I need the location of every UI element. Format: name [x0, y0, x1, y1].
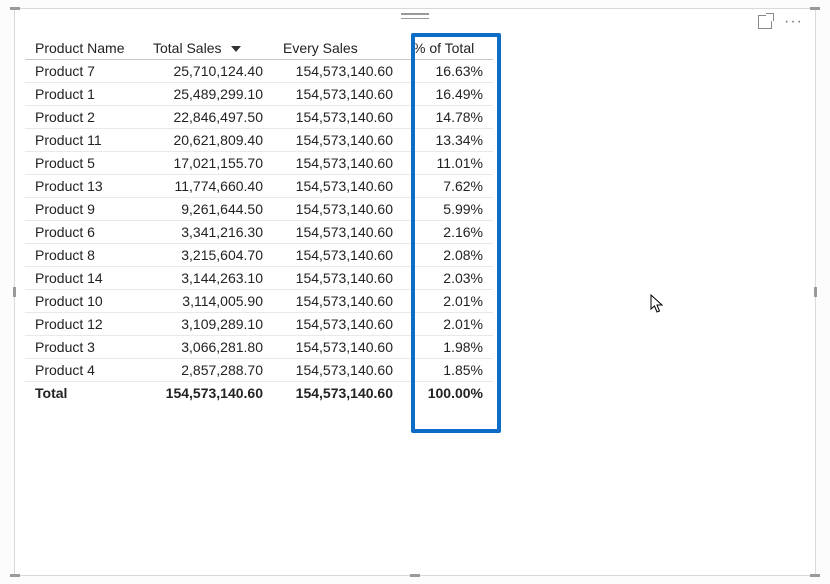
cell-product-name: Product 12 — [25, 313, 143, 336]
resize-handle[interactable] — [810, 7, 820, 10]
sort-descending-icon — [231, 46, 241, 52]
cell-total-sales: 22,846,497.50 — [143, 106, 273, 129]
drag-handle-icon[interactable] — [401, 13, 429, 19]
cell-every-sales: 154,573,140.60 — [273, 336, 403, 359]
resize-handle[interactable] — [810, 574, 820, 577]
column-header-every-sales[interactable]: Every Sales — [273, 37, 403, 60]
resize-handle[interactable] — [10, 7, 20, 10]
cell-pct-of-total: 14.78% — [403, 106, 493, 129]
cell-product-name: Product 3 — [25, 336, 143, 359]
cell-pct-of-total: 1.85% — [403, 359, 493, 382]
cell-every-sales: 154,573,140.60 — [273, 152, 403, 175]
more-options-icon[interactable]: ··· — [784, 15, 803, 29]
data-table: Product Name Total Sales Every Sales % o… — [25, 37, 493, 404]
cell-total-sales: 3,066,281.80 — [143, 336, 273, 359]
cell-pct-of-total: 16.49% — [403, 83, 493, 106]
table-row[interactable]: Product 33,066,281.80154,573,140.601.98% — [25, 336, 493, 359]
cell-pct-of-total: 2.01% — [403, 290, 493, 313]
resize-handle[interactable] — [410, 574, 420, 577]
cell-every-sales: 154,573,140.60 — [273, 359, 403, 382]
table-row[interactable]: Product 83,215,604.70154,573,140.602.08% — [25, 244, 493, 267]
cell-every-sales: 154,573,140.60 — [273, 290, 403, 313]
cell-pct-of-total: 5.99% — [403, 198, 493, 221]
cell-total-sales: 3,341,216.30 — [143, 221, 273, 244]
cell-every-sales: 154,573,140.60 — [273, 198, 403, 221]
resize-handle[interactable] — [13, 287, 16, 297]
cell-pct-of-total: 1.98% — [403, 336, 493, 359]
cell-total-sales: 11,774,660.40 — [143, 175, 273, 198]
column-header-label: Total Sales — [153, 40, 221, 56]
cell-product-name: Product 8 — [25, 244, 143, 267]
cell-product-name: Product 2 — [25, 106, 143, 129]
total-every: 154,573,140.60 — [273, 382, 403, 405]
table-row[interactable]: Product 99,261,644.50154,573,140.605.99% — [25, 198, 493, 221]
cell-product-name: Product 10 — [25, 290, 143, 313]
cell-total-sales: 3,215,604.70 — [143, 244, 273, 267]
cell-product-name: Product 9 — [25, 198, 143, 221]
table-row[interactable]: Product 125,489,299.10154,573,140.6016.4… — [25, 83, 493, 106]
cell-every-sales: 154,573,140.60 — [273, 60, 403, 83]
column-header-total-sales[interactable]: Total Sales — [143, 37, 273, 60]
cell-total-sales: 25,489,299.10 — [143, 83, 273, 106]
cell-pct-of-total: 2.03% — [403, 267, 493, 290]
cell-product-name: Product 14 — [25, 267, 143, 290]
cell-total-sales: 25,710,124.40 — [143, 60, 273, 83]
total-pct: 100.00% — [403, 382, 493, 405]
cell-product-name: Product 13 — [25, 175, 143, 198]
resize-handle[interactable] — [10, 574, 20, 577]
cell-every-sales: 154,573,140.60 — [273, 221, 403, 244]
cell-total-sales: 20,621,809.40 — [143, 129, 273, 152]
cell-product-name: Product 5 — [25, 152, 143, 175]
table-visual-frame[interactable]: ··· Product Name Total Sales Every Sales… — [14, 8, 816, 576]
cell-every-sales: 154,573,140.60 — [273, 244, 403, 267]
cell-pct-of-total: 16.63% — [403, 60, 493, 83]
table-row[interactable]: Product 123,109,289.10154,573,140.602.01… — [25, 313, 493, 336]
column-header-pct-of-total[interactable]: % of Total — [403, 37, 493, 60]
table-row[interactable]: Product 1120,621,809.40154,573,140.6013.… — [25, 129, 493, 152]
cell-total-sales: 9,261,644.50 — [143, 198, 273, 221]
cell-every-sales: 154,573,140.60 — [273, 267, 403, 290]
cell-pct-of-total: 2.01% — [403, 313, 493, 336]
cell-pct-of-total: 2.08% — [403, 244, 493, 267]
cell-every-sales: 154,573,140.60 — [273, 106, 403, 129]
cell-product-name: Product 7 — [25, 60, 143, 83]
cell-product-name: Product 11 — [25, 129, 143, 152]
table-row[interactable]: Product 143,144,263.10154,573,140.602.03… — [25, 267, 493, 290]
table-row[interactable]: Product 1311,774,660.40154,573,140.607.6… — [25, 175, 493, 198]
cell-every-sales: 154,573,140.60 — [273, 175, 403, 198]
total-label: Total — [25, 382, 143, 405]
resize-handle[interactable] — [814, 287, 817, 297]
column-header-product-name[interactable]: Product Name — [25, 37, 143, 60]
cell-pct-of-total: 13.34% — [403, 129, 493, 152]
table-row[interactable]: Product 42,857,288.70154,573,140.601.85% — [25, 359, 493, 382]
cell-product-name: Product 6 — [25, 221, 143, 244]
table-total-row: Total154,573,140.60154,573,140.60100.00% — [25, 382, 493, 405]
cell-total-sales: 3,109,289.10 — [143, 313, 273, 336]
cell-pct-of-total: 7.62% — [403, 175, 493, 198]
cell-product-name: Product 4 — [25, 359, 143, 382]
table-row[interactable]: Product 103,114,005.90154,573,140.602.01… — [25, 290, 493, 313]
cell-pct-of-total: 11.01% — [403, 152, 493, 175]
cell-every-sales: 154,573,140.60 — [273, 313, 403, 336]
table-row[interactable]: Product 63,341,216.30154,573,140.602.16% — [25, 221, 493, 244]
cell-pct-of-total: 2.16% — [403, 221, 493, 244]
table-row[interactable]: Product 725,710,124.40154,573,140.6016.6… — [25, 60, 493, 83]
total-sales: 154,573,140.60 — [143, 382, 273, 405]
focus-mode-icon[interactable] — [758, 15, 772, 29]
cell-total-sales: 3,144,263.10 — [143, 267, 273, 290]
cell-total-sales: 17,021,155.70 — [143, 152, 273, 175]
table-row[interactable]: Product 222,846,497.50154,573,140.6014.7… — [25, 106, 493, 129]
table-row[interactable]: Product 517,021,155.70154,573,140.6011.0… — [25, 152, 493, 175]
cell-product-name: Product 1 — [25, 83, 143, 106]
cell-total-sales: 2,857,288.70 — [143, 359, 273, 382]
cell-total-sales: 3,114,005.90 — [143, 290, 273, 313]
cell-every-sales: 154,573,140.60 — [273, 129, 403, 152]
cell-every-sales: 154,573,140.60 — [273, 83, 403, 106]
